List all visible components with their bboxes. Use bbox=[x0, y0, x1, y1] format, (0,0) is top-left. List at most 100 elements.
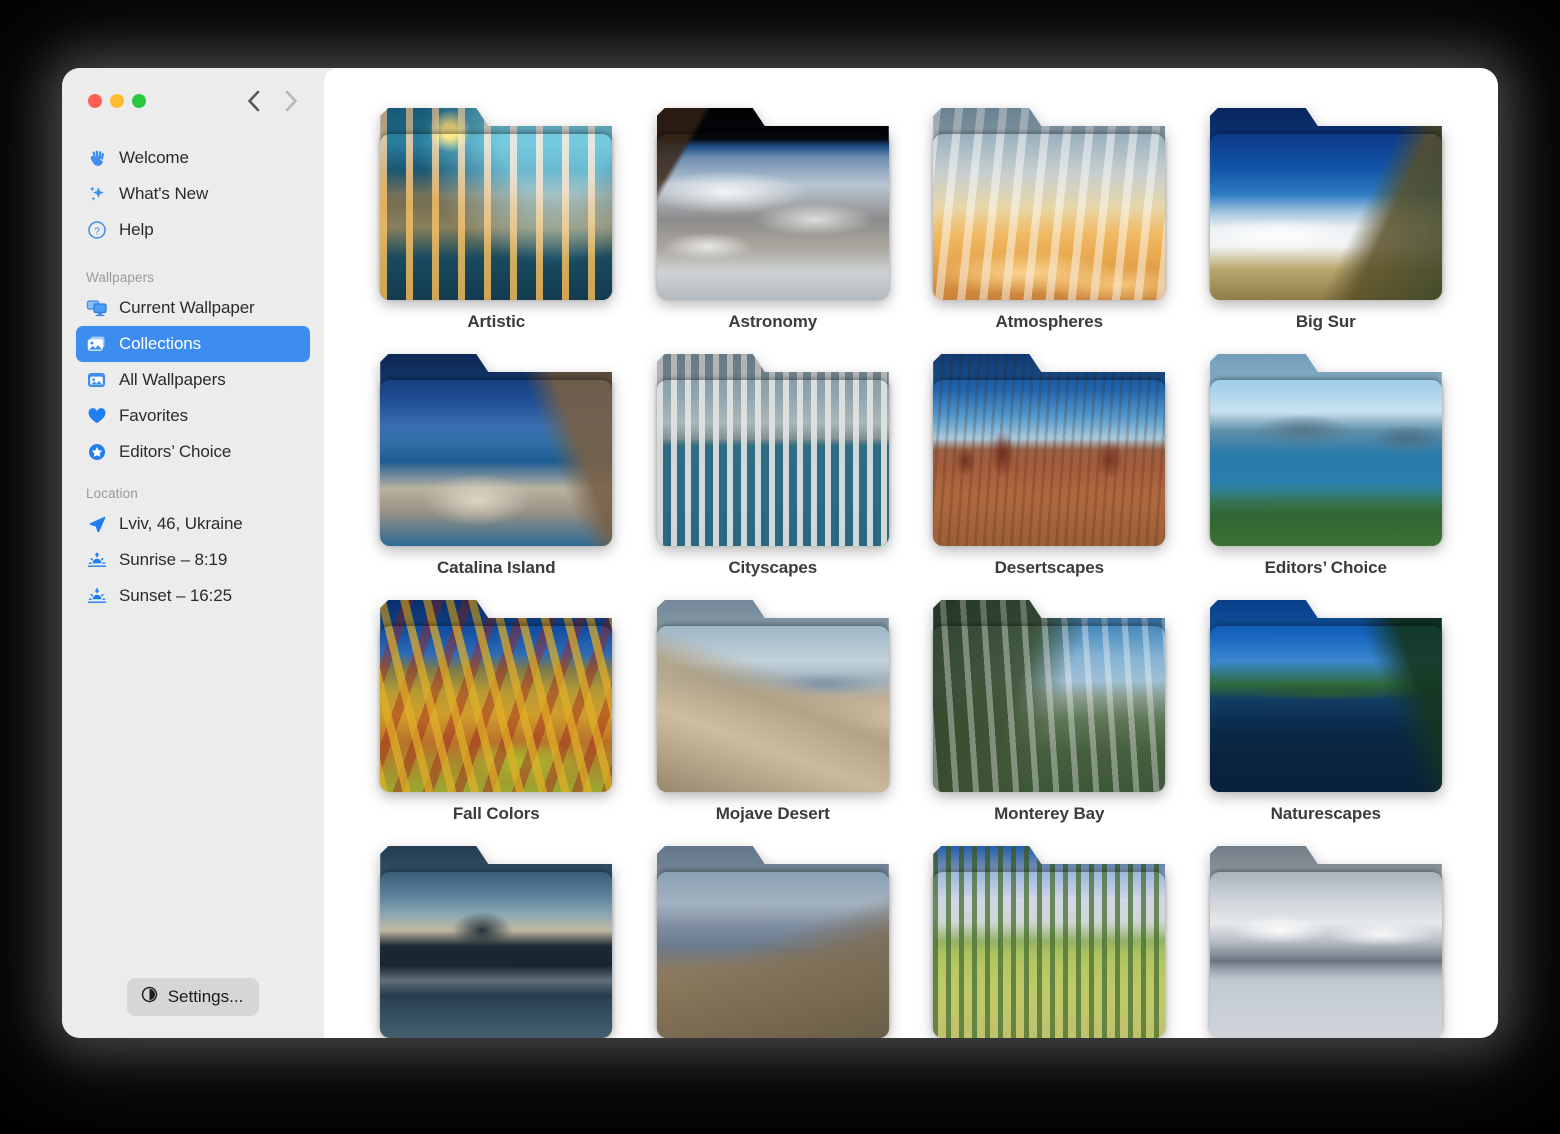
sidebar-list: Welcome What's New ? Help Wallpapers Cur… bbox=[62, 134, 324, 614]
sidebar-item-label: Lviv, 46, Ukraine bbox=[119, 514, 243, 533]
collection-item[interactable]: Atmospheres bbox=[911, 108, 1188, 332]
folder-thumbnail-art bbox=[656, 380, 889, 546]
folder-body bbox=[380, 134, 613, 300]
folder-thumbnail-art bbox=[656, 134, 889, 300]
collection-item[interactable]: Astronomy bbox=[635, 108, 912, 332]
settings-button[interactable]: Settings... bbox=[126, 978, 260, 1016]
sidebar-item-help[interactable]: ? Help bbox=[76, 212, 310, 248]
sidebar-item-sunrise[interactable]: Sunrise – 8:19 bbox=[76, 542, 310, 578]
folder-body bbox=[656, 872, 889, 1038]
collection-item[interactable]: Naturescapes bbox=[1188, 600, 1465, 824]
minimize-button[interactable] bbox=[110, 94, 124, 108]
collection-item[interactable]: Desertscapes bbox=[911, 354, 1188, 578]
sidebar-item-label: All Wallpapers bbox=[119, 370, 226, 389]
star-badge-icon bbox=[86, 441, 108, 463]
collection-item[interactable]: Cityscapes bbox=[635, 354, 912, 578]
sidebar-item-current-wallpaper[interactable]: Current Wallpaper bbox=[76, 290, 310, 326]
collection-label: Astronomy bbox=[728, 312, 818, 331]
folder-icon[interactable] bbox=[1209, 600, 1442, 792]
folder-icon[interactable] bbox=[1209, 846, 1442, 1038]
folder-thumbnail-art bbox=[380, 872, 613, 1038]
folder-icon[interactable] bbox=[380, 354, 613, 546]
folder-body bbox=[1209, 380, 1442, 546]
folder-icon[interactable] bbox=[380, 600, 613, 792]
sunset-icon bbox=[86, 585, 108, 607]
folder-body bbox=[656, 134, 889, 300]
collections-grid: Artistic Astronomy Atmospheres Big Sur C… bbox=[324, 68, 1498, 1038]
navigation-buttons bbox=[240, 88, 304, 114]
collection-label: Atmospheres bbox=[995, 312, 1104, 331]
sidebar-item-favorites[interactable]: Favorites bbox=[76, 398, 310, 434]
collection-item[interactable] bbox=[911, 846, 1188, 1038]
folder-body bbox=[380, 626, 613, 792]
sidebar-section-location: Location bbox=[86, 486, 138, 501]
folder-icon[interactable] bbox=[656, 600, 889, 792]
sidebar-item-label: Collections bbox=[119, 334, 202, 353]
folder-icon[interactable] bbox=[380, 846, 613, 1038]
folder-thumbnail-art bbox=[933, 872, 1166, 1038]
folder-body bbox=[933, 626, 1166, 792]
maximize-button[interactable] bbox=[132, 94, 146, 108]
folder-icon[interactable] bbox=[933, 846, 1166, 1038]
sidebar-item-all-wallpapers[interactable]: All Wallpapers bbox=[76, 362, 310, 398]
folder-icon[interactable] bbox=[933, 600, 1166, 792]
sidebar-item-label: What's New bbox=[119, 184, 209, 203]
wallpaper-wizard-window: Welcome What's New ? Help Wallpapers Cur… bbox=[62, 68, 1498, 1038]
folder-icon[interactable] bbox=[1209, 354, 1442, 546]
traffic-light-group bbox=[88, 94, 146, 108]
collection-label: Monterey Bay bbox=[994, 804, 1105, 823]
close-button[interactable] bbox=[88, 94, 102, 108]
collections-content-area[interactable]: Artistic Astronomy Atmospheres Big Sur C… bbox=[324, 68, 1498, 1038]
location-arrow-icon bbox=[86, 513, 108, 535]
folder-icon[interactable] bbox=[656, 846, 889, 1038]
folder-icon[interactable] bbox=[656, 108, 889, 300]
folder-icon[interactable] bbox=[380, 108, 613, 300]
sidebar-item-collections[interactable]: Collections bbox=[76, 326, 310, 362]
folder-thumbnail-art bbox=[380, 380, 613, 546]
collection-item[interactable] bbox=[358, 846, 635, 1038]
sidebar-section-wallpapers: Wallpapers bbox=[86, 270, 155, 285]
collection-label: Catalina Island bbox=[437, 558, 556, 577]
photo-archive-icon bbox=[86, 369, 108, 391]
sidebar-item-label: Current Wallpaper bbox=[119, 298, 255, 317]
forward-chevron-icon[interactable] bbox=[278, 88, 304, 114]
svg-text:?: ? bbox=[94, 226, 100, 237]
folder-icon[interactable] bbox=[933, 354, 1166, 546]
folder-thumbnail-art bbox=[1209, 872, 1442, 1038]
collection-item[interactable]: Artistic bbox=[358, 108, 635, 332]
collection-item[interactable]: Fall Colors bbox=[358, 600, 635, 824]
folder-thumbnail-art bbox=[656, 872, 889, 1038]
folder-thumbnail-art bbox=[1209, 626, 1442, 792]
sparkles-icon bbox=[86, 183, 108, 205]
collection-label: Big Sur bbox=[1295, 312, 1356, 331]
sidebar-item-editors-choice[interactable]: Editors’ Choice bbox=[76, 434, 310, 470]
sidebar-item-label: Editors’ Choice bbox=[119, 442, 232, 461]
collection-item[interactable]: Monterey Bay bbox=[911, 600, 1188, 824]
sunrise-icon bbox=[86, 549, 108, 571]
collection-item[interactable]: Mojave Desert bbox=[635, 600, 912, 824]
folder-body bbox=[1209, 626, 1442, 792]
collection-item[interactable]: Big Sur bbox=[1188, 108, 1465, 332]
folder-body bbox=[1209, 872, 1442, 1038]
folder-thumbnail-art bbox=[933, 380, 1166, 546]
gear-icon bbox=[140, 985, 159, 1009]
back-chevron-icon[interactable] bbox=[240, 88, 266, 114]
folder-icon[interactable] bbox=[656, 354, 889, 546]
collection-label: Artistic bbox=[467, 312, 526, 331]
waving-hand-icon bbox=[86, 147, 108, 169]
photo-stack-icon bbox=[86, 333, 108, 355]
collection-item[interactable]: Editors’ Choice bbox=[1188, 354, 1465, 578]
collection-item[interactable]: Catalina Island bbox=[358, 354, 635, 578]
folder-body bbox=[380, 872, 613, 1038]
folder-thumbnail-art bbox=[933, 134, 1166, 300]
sidebar-item-whats-new[interactable]: What's New bbox=[76, 176, 310, 212]
collection-item[interactable] bbox=[1188, 846, 1465, 1038]
collection-item[interactable] bbox=[635, 846, 912, 1038]
sidebar-item-sunset[interactable]: Sunset – 16:25 bbox=[76, 578, 310, 614]
folder-icon[interactable] bbox=[933, 108, 1166, 300]
sidebar-item-welcome[interactable]: Welcome bbox=[76, 140, 310, 176]
folder-body bbox=[933, 872, 1166, 1038]
folder-icon[interactable] bbox=[1209, 108, 1442, 300]
folder-body bbox=[933, 380, 1166, 546]
sidebar-item-location[interactable]: Lviv, 46, Ukraine bbox=[76, 506, 310, 542]
